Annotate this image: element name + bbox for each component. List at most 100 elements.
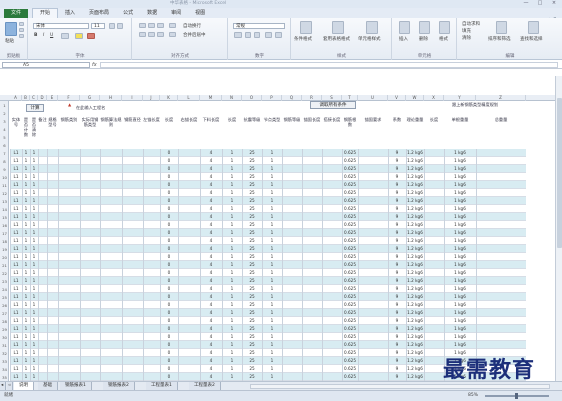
table-cell[interactable]: 25 — [242, 165, 262, 173]
table-cell[interactable]: 1.2 kg6 — [406, 205, 424, 213]
table-cell[interactable]: 1 kg6 — [444, 317, 476, 325]
table-cell[interactable]: 0 — [160, 205, 178, 213]
table-cell[interactable]: 4 — [200, 213, 222, 221]
table-cell[interactable]: 0.625 — [342, 253, 358, 261]
row-header[interactable]: 4 — [0, 127, 9, 132]
table-cell[interactable]: L1 — [10, 253, 22, 261]
table-cell[interactable]: L1 — [10, 205, 22, 213]
row-header[interactable]: 5 — [0, 135, 9, 140]
table-cell[interactable]: 9 — [388, 309, 406, 317]
table-cell[interactable]: 0 — [160, 277, 178, 285]
table-cell[interactable]: L1 — [10, 325, 22, 333]
tab-file[interactable]: 文件 — [4, 9, 29, 18]
table-cell[interactable]: L1 — [10, 245, 22, 253]
table-cell[interactable]: 1 — [22, 373, 30, 381]
table-cell[interactable]: 4 — [200, 221, 222, 229]
table-cell[interactable]: 9 — [388, 365, 406, 373]
table-cell[interactable]: 0.625 — [342, 325, 358, 333]
table-cell[interactable]: 1 — [222, 205, 242, 213]
table-cell[interactable]: 1 — [262, 229, 282, 237]
row-header[interactable]: 8 — [0, 159, 9, 164]
table-cell[interactable]: 25 — [242, 197, 262, 205]
table-cell[interactable]: 1.2 kg6 — [406, 333, 424, 341]
table-cell[interactable]: 1 — [22, 173, 30, 181]
table-cell[interactable]: 1 — [30, 317, 38, 325]
table-cell[interactable]: 4 — [200, 325, 222, 333]
table-cell[interactable]: 1 — [262, 309, 282, 317]
table-cell[interactable]: 1.2 kg6 — [406, 357, 424, 365]
row-header[interactable]: 20 — [0, 255, 9, 260]
table-cell[interactable]: 1 — [262, 277, 282, 285]
format-as-table-button[interactable]: 套用表格格式 — [323, 36, 350, 42]
table-cell[interactable]: 9 — [388, 149, 406, 157]
row-header[interactable]: 11 — [0, 183, 9, 188]
font-color-icon[interactable] — [87, 33, 95, 39]
table-cell[interactable]: L1 — [10, 165, 22, 173]
table-cell[interactable]: 1.2 kg6 — [406, 325, 424, 333]
shrink-font-icon[interactable] — [117, 23, 123, 29]
zoom-level[interactable]: 85% — [468, 391, 478, 401]
table-cell[interactable]: 1.2 kg6 — [406, 317, 424, 325]
table-cell[interactable]: 9 — [388, 197, 406, 205]
table-cell[interactable]: 9 — [388, 213, 406, 221]
fx-icon[interactable]: fx — [92, 61, 97, 69]
table-cell[interactable]: 4 — [200, 261, 222, 269]
table-cell[interactable]: 1 — [222, 157, 242, 165]
table-cell[interactable]: 9 — [388, 317, 406, 325]
row-header[interactable]: 33 — [0, 359, 9, 364]
table-cell[interactable]: 25 — [242, 157, 262, 165]
table-cell[interactable]: 1.2 kg6 — [406, 237, 424, 245]
table-cell[interactable]: 0.625 — [342, 181, 358, 189]
table-cell[interactable]: 0 — [160, 349, 178, 357]
table-cell[interactable]: 25 — [242, 181, 262, 189]
table-cell[interactable]: 1 — [22, 189, 30, 197]
table-cell[interactable]: 0.625 — [342, 165, 358, 173]
table-cell[interactable]: 25 — [242, 293, 262, 301]
row-header[interactable]: 25 — [0, 295, 9, 300]
table-cell[interactable]: 1 — [30, 237, 38, 245]
table-cell[interactable]: 1 — [262, 237, 282, 245]
table-cell[interactable]: 0.625 — [342, 173, 358, 181]
clear-button[interactable]: 清除 — [462, 35, 471, 41]
table-cell[interactable]: 1 — [262, 189, 282, 197]
table-cell[interactable]: 9 — [388, 301, 406, 309]
table-cell[interactable]: 1 kg6 — [444, 173, 476, 181]
table-cell[interactable]: 1 — [262, 181, 282, 189]
table-cell[interactable]: 1 — [22, 197, 30, 205]
align-middle-icon[interactable] — [148, 23, 155, 28]
table-cell[interactable]: 1 kg6 — [444, 229, 476, 237]
table-cell[interactable]: 4 — [200, 373, 222, 381]
table-cell[interactable]: 0 — [160, 365, 178, 373]
table-cell[interactable]: 9 — [388, 237, 406, 245]
table-cell[interactable]: 1 — [222, 317, 242, 325]
table-cell[interactable]: L1 — [10, 197, 22, 205]
table-cell[interactable]: 9 — [388, 285, 406, 293]
table-cell[interactable]: 1 — [222, 349, 242, 357]
table-cell[interactable]: 0 — [160, 341, 178, 349]
table-cell[interactable]: 0 — [160, 309, 178, 317]
table-cell[interactable]: 1 — [30, 245, 38, 253]
insert-cells-button[interactable]: 插入 — [399, 36, 408, 42]
table-cell[interactable]: 1.2 kg6 — [406, 229, 424, 237]
table-cell[interactable]: 1 kg6 — [444, 341, 476, 349]
table-cell[interactable]: 1 — [30, 253, 38, 261]
table-cell[interactable]: 1 — [30, 325, 38, 333]
table-cell[interactable]: 1 — [222, 341, 242, 349]
table-cell[interactable]: 1.2 kg6 — [406, 309, 424, 317]
comma-icon[interactable] — [254, 32, 260, 38]
close-button[interactable]: × — [548, 0, 560, 7]
table-cell[interactable]: 9 — [388, 349, 406, 357]
row-header[interactable]: 19 — [0, 247, 9, 252]
table-cell[interactable]: 1.2 kg6 — [406, 365, 424, 373]
first-sheet-icon[interactable]: ◂ — [0, 382, 6, 390]
table-cell[interactable]: L1 — [10, 237, 22, 245]
table-cell[interactable]: 0.625 — [342, 245, 358, 253]
table-cell[interactable]: 1 — [22, 245, 30, 253]
table-cell[interactable]: 0 — [160, 333, 178, 341]
tab-home[interactable]: 开始 — [32, 8, 59, 18]
row-header[interactable]: 9 — [0, 167, 9, 172]
font-size-select[interactable]: 11 — [91, 23, 105, 29]
table-cell[interactable]: 9 — [388, 157, 406, 165]
table-cell[interactable]: 1 — [22, 165, 30, 173]
table-cell[interactable]: 25 — [242, 373, 262, 381]
